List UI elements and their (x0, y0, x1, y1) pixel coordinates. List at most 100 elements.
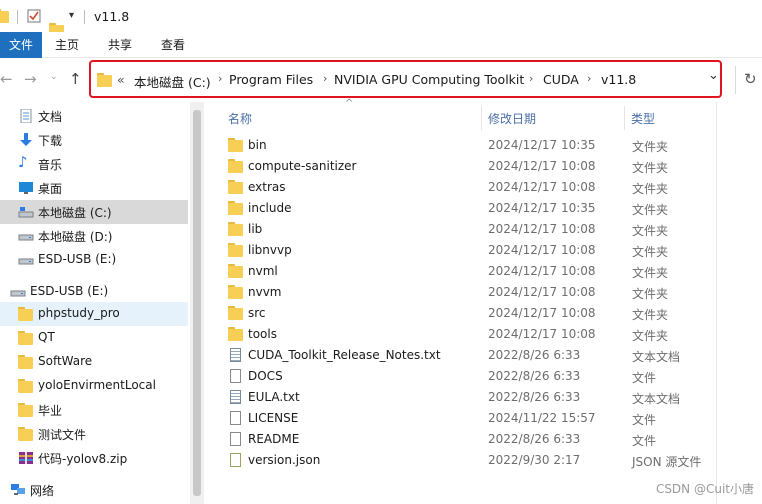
file-name: README (248, 432, 300, 446)
folder-icon (18, 379, 34, 393)
breadcrumb-item[interactable]: CUDA (543, 72, 579, 87)
tab-file[interactable]: 文件 (0, 32, 42, 58)
network-icon (11, 484, 25, 495)
file-modified-date: 2024/12/17 10:08 (488, 264, 596, 278)
refresh-button[interactable]: ↻ (735, 66, 762, 94)
scrollbar-thumb[interactable] (193, 110, 201, 496)
folder-icon (18, 331, 34, 345)
table-row[interactable]: CUDA_Toolkit_Release_Notes.txt 2022/8/26 … (222, 345, 762, 366)
file-modified-date: 2022/8/26 6:33 (488, 432, 581, 446)
sidebar-item-local-disk-c[interactable]: 本地磁盘 (C:) (0, 200, 188, 224)
sort-ascending-icon: ^ (345, 98, 354, 109)
sidebar-item-esd-usb-root[interactable]: ESD-USB (E:) (0, 280, 188, 304)
sidebar-item-downloads[interactable]: 下载 (0, 128, 188, 152)
file-name: LICENSE (248, 411, 299, 425)
breadcrumb-item[interactable]: Program Files (229, 72, 313, 87)
sidebar-item-network[interactable]: 网络 (0, 478, 188, 502)
sidebar-item-desktop[interactable]: 桌面 (0, 176, 188, 200)
tab-share[interactable]: 共享 (99, 32, 141, 58)
file-type: 文本文档 (632, 392, 681, 406)
column-divider[interactable] (481, 106, 482, 130)
usb-drive-icon (18, 258, 34, 265)
sidebar-item-documents[interactable]: 文档 (0, 104, 188, 128)
folder-icon (228, 222, 243, 236)
sidebar-item-graduation[interactable]: 毕业 (0, 398, 188, 422)
table-row[interactable]: nvml 2024/12/17 10:08 文件夹 (222, 261, 762, 282)
table-row[interactable]: compute-sanitizer 2024/12/17 10:08 文件夹 (222, 156, 762, 177)
sidebar-item-label: 桌面 (38, 182, 63, 196)
chevron-right-icon[interactable]: › (218, 72, 222, 85)
sidebar-item-esd-usb[interactable]: ESD-USB (E:) (0, 248, 188, 272)
file-name: src (248, 306, 266, 320)
file-type: 文件夹 (632, 308, 669, 322)
table-row[interactable]: libnvvp 2024/12/17 10:08 文件夹 (222, 240, 762, 261)
breadcrumb-overflow[interactable]: « (117, 72, 125, 87)
folder-icon (97, 73, 112, 87)
sidebar-item-yolov8-zip[interactable]: 代码-yolov8.zip (0, 446, 188, 470)
file-modified-date: 2022/9/30 2:17 (488, 453, 581, 467)
sidebar-item-label: 网络 (30, 484, 55, 498)
breadcrumb-item[interactable]: NVIDIA GPU Computing Toolkit (334, 72, 524, 87)
table-row[interactable]: nvvm 2024/12/17 10:08 文件夹 (222, 282, 762, 303)
usb-drive-icon (10, 290, 26, 297)
table-row[interactable]: src 2024/12/17 10:08 文件夹 (222, 303, 762, 324)
sidebar-item-qt[interactable]: QT (0, 326, 188, 350)
file-type: 文件夹 (632, 287, 669, 301)
table-row[interactable]: README 2022/8/26 6:33 文件 (222, 429, 762, 450)
chevron-right-icon[interactable]: › (323, 72, 327, 85)
file-type: 文件 (632, 413, 657, 427)
file-type: 文件 (632, 371, 657, 385)
table-row[interactable]: extras 2024/12/17 10:08 文件夹 (222, 177, 762, 198)
sidebar-item-test-files[interactable]: 测试文件 (0, 422, 188, 446)
properties-checkbox-icon[interactable] (27, 9, 41, 23)
table-row[interactable]: DOCS 2022/8/26 6:33 文件 (222, 366, 762, 387)
watermark: CSDN @Cuit小唐 (655, 482, 754, 496)
file-name: extras (248, 180, 286, 194)
sidebar-item-label: 本地磁盘 (C:) (38, 206, 112, 220)
sidebar-scrollbar[interactable] (190, 102, 204, 504)
tab-home[interactable]: 主页 (46, 32, 88, 58)
column-header-name[interactable]: 名称 (228, 110, 252, 127)
sidebar-item-label: ESD-USB (E:) (30, 284, 109, 298)
tab-view[interactable]: 查看 (152, 32, 194, 58)
table-row[interactable]: lib 2024/12/17 10:08 文件夹 (222, 219, 762, 240)
recent-locations-icon[interactable]: ⌄ (50, 72, 58, 82)
table-row[interactable]: tools 2024/12/17 10:08 文件夹 (222, 324, 762, 345)
column-header-type[interactable]: 类型 (631, 110, 655, 127)
download-icon (20, 133, 32, 146)
table-row[interactable]: LICENSE 2024/11/22 15:57 文件 (222, 408, 762, 429)
breadcrumb-item-current[interactable]: v11.8 (601, 72, 636, 87)
chevron-right-icon[interactable]: › (587, 72, 591, 85)
sidebar-item-phpstudy-pro[interactable]: phpstudy_pro (0, 302, 188, 326)
file-name: CUDA_Toolkit_Release_Notes.txt (248, 348, 441, 362)
table-row[interactable]: bin 2024/12/17 10:35 文件夹 (222, 135, 762, 156)
file-type: 文件夹 (632, 203, 669, 217)
file-modified-date: 2024/12/17 10:08 (488, 159, 596, 173)
back-arrow-icon[interactable]: ← (0, 70, 13, 88)
column-header-date[interactable]: 修改日期 (488, 110, 536, 127)
sidebar-item-software[interactable]: SoftWare (0, 350, 188, 374)
folder-icon (228, 327, 243, 341)
file-name: tools (248, 327, 277, 341)
file-type: 文件夹 (632, 266, 669, 280)
chevron-right-icon[interactable]: › (529, 72, 533, 85)
address-dropdown-icon[interactable]: ⌄ (708, 68, 719, 83)
sidebar-item-local-disk-d[interactable]: 本地磁盘 (D:) (0, 224, 188, 248)
table-row[interactable]: include 2024/12/17 10:35 文件夹 (222, 198, 762, 219)
text-file-icon (230, 390, 241, 404)
customize-toolbar-icon[interactable]: ▾ (69, 10, 74, 21)
table-row[interactable]: EULA.txt 2022/8/26 6:33 文本文档 (222, 387, 762, 408)
sidebar-item-label: 代码-yolov8.zip (38, 452, 128, 466)
column-divider[interactable] (624, 106, 625, 130)
folder-icon (228, 180, 243, 194)
up-arrow-icon[interactable]: ↑ (69, 70, 82, 88)
breadcrumb-item[interactable]: 本地磁盘 (C:) (134, 72, 211, 91)
folder-icon (18, 307, 34, 321)
sidebar-item-label: QT (38, 330, 55, 344)
sidebar-item-yoloenvirmentlocal[interactable]: yoloEnvirmentLocal (0, 374, 188, 398)
file-modified-date: 2024/11/22 15:57 (488, 411, 596, 425)
table-row[interactable]: version.json 2022/9/30 2:17 JSON 源文件 (222, 450, 762, 471)
address-bar[interactable]: « 本地磁盘 (C:) › Program Files › NVIDIA GPU… (89, 60, 722, 98)
sidebar-item-music[interactable]: ♪ 音乐 (0, 152, 188, 176)
forward-arrow-icon[interactable]: → (24, 70, 37, 88)
